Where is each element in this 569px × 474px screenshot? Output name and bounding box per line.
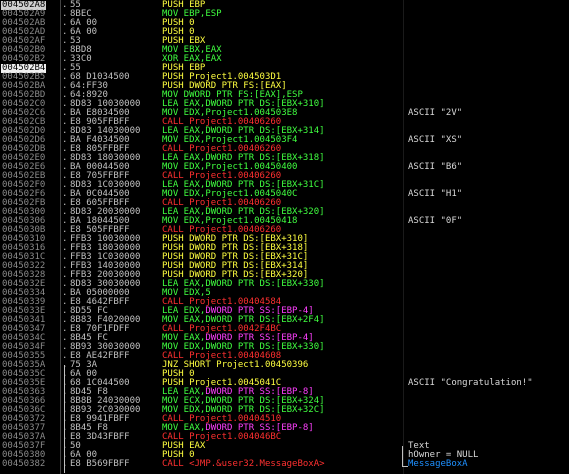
code-row[interactable]: 00450382. E8 B569FBFF CALL <JMP.&user32.Me… [0,460,569,469]
row-marker: . [62,459,68,469]
instruction-address: 00450382 [2,459,46,469]
disassembly-text: CALL <JMP.&user32.MessageBoxA> [162,459,325,469]
comment-text: ASCII "Congratulation!" [408,378,533,388]
code-row[interactable]: 004502B2. 33C0 XOR EAX,EAX [0,55,569,64]
comment-text: ASCII "B6" [408,162,463,172]
code-row[interactable]: 0045037A. E8 3D43FBFF CALL Project1.004046… [0,433,569,442]
comment-text: ASCII "XS" [408,135,463,145]
comment-text: MessageBoxA [408,459,468,469]
comment-text: ASCII "H1" [408,189,463,199]
comment-text: ASCII "0F" [408,216,463,226]
disassembly-listing[interactable]: 004502A8. 55 PUSH EBP 004502A9. 8BEC MOV EBP,… [0,0,569,474]
comment-text: ASCII "2V" [408,108,463,118]
hex-bytes: E8 B569FBFF [70,459,130,469]
code-row[interactable]: 004502AD. 6A 00 PUSH 0 [0,28,569,37]
